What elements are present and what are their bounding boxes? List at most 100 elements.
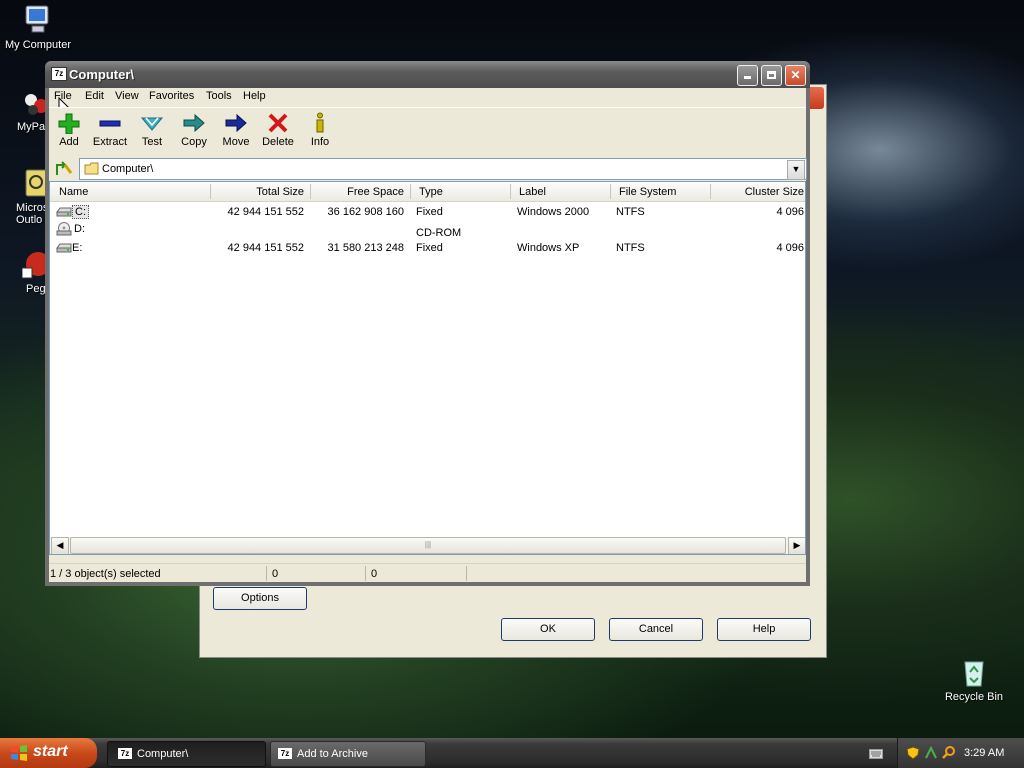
column-separator[interactable]: [310, 184, 311, 199]
desktop-icon-outlook[interactable]: Micros Outlo: [0, 168, 49, 226]
file-list[interactable]: Name Total Size Free Space Type Label Fi…: [49, 181, 806, 555]
table-row[interactable]: D: CD-ROM: [50, 221, 805, 239]
task-label: Computer\: [137, 748, 189, 760]
security-shield-icon[interactable]: [906, 746, 920, 760]
menu-favorites[interactable]: Favorites: [149, 90, 194, 102]
move-button[interactable]: Move: [216, 112, 256, 148]
column-separator[interactable]: [410, 184, 411, 199]
column-label[interactable]: Label: [519, 186, 546, 198]
address-input[interactable]: Computer\: [102, 163, 153, 175]
keyboard-icon[interactable]: [869, 749, 883, 759]
tool-label: Delete: [262, 136, 294, 148]
menu-tools[interactable]: Tools: [206, 90, 232, 102]
column-separator[interactable]: [710, 184, 711, 199]
column-separator[interactable]: [510, 184, 511, 199]
toolbar: Add Extract Test Copy Move Delete Info: [49, 107, 806, 154]
network-icon[interactable]: [924, 746, 938, 760]
desktop-icon-recycle-bin[interactable]: Recycle Bin: [939, 656, 1009, 703]
windows-logo-icon: [11, 745, 27, 761]
menu-edit[interactable]: Edit: [85, 90, 104, 102]
free-space: 31 580 213 248: [327, 242, 404, 254]
horizontal-scrollbar[interactable]: ◀ ||| ▶: [50, 537, 805, 554]
close-button[interactable]: ✕: [785, 65, 806, 86]
column-type[interactable]: Type: [419, 186, 443, 198]
hard-drive-icon: [56, 243, 72, 253]
tool-label: Add: [59, 136, 79, 148]
menu-bar: File Edit View Favorites Tools Help: [49, 88, 806, 115]
scrollbar-thumb[interactable]: |||: [70, 537, 786, 554]
chevron-down-icon: ▼: [791, 164, 801, 174]
task-app-icon: 7z: [278, 748, 292, 759]
volume-label: Windows 2000: [517, 206, 590, 218]
clock[interactable]: 3:29 AM: [964, 747, 1004, 759]
file-system: NTFS: [616, 242, 645, 254]
task-button-computer[interactable]: 7z Computer\: [107, 741, 266, 767]
drive-name: D:: [74, 223, 85, 235]
task-app-icon: 7z: [118, 748, 132, 759]
total-size: 42 944 151 552: [227, 242, 304, 254]
window-titlebar[interactable]: 7z Computer\ ✕: [45, 61, 810, 88]
options-button[interactable]: Options: [213, 587, 307, 610]
my-computer-icon: [22, 4, 54, 36]
status-separator: [466, 566, 467, 581]
start-button[interactable]: start: [0, 738, 97, 768]
drive-type: Fixed: [416, 242, 443, 254]
copy-icon: [182, 112, 206, 134]
app-icon: 7z: [51, 67, 67, 81]
column-name[interactable]: Name: [59, 186, 88, 198]
address-dropdown-button[interactable]: ▼: [787, 160, 805, 180]
total-size: 42 944 151 552: [227, 206, 304, 218]
address-combobox[interactable]: Computer\ ▼: [79, 158, 807, 180]
desktop-icon-label: Recycle Bin: [944, 691, 1004, 703]
desktop-icon-my-computer[interactable]: My Computer: [3, 4, 73, 51]
cdrom-drive-icon: [56, 222, 72, 236]
column-total-size[interactable]: Total Size: [212, 186, 304, 198]
folder-up-button[interactable]: [53, 159, 75, 179]
delete-button[interactable]: Delete: [258, 112, 298, 148]
cluster-size: 4 096: [776, 206, 804, 218]
column-free-space[interactable]: Free Space: [312, 186, 404, 198]
extract-button[interactable]: Extract: [90, 112, 130, 148]
volume-label: Windows XP: [517, 242, 580, 254]
add-button[interactable]: Add: [49, 112, 89, 148]
folder-icon: [84, 162, 99, 175]
column-file-system[interactable]: File System: [619, 186, 676, 198]
table-row[interactable]: E: 42 944 151 552 31 580 213 248 Fixed W…: [50, 238, 805, 255]
add-icon: [57, 112, 81, 135]
tool-label: Extract: [92, 136, 128, 148]
file-system: NTFS: [616, 206, 645, 218]
drive-name: E:: [72, 242, 83, 254]
status-separator: [266, 566, 267, 581]
menu-view[interactable]: View: [115, 90, 139, 102]
menu-help[interactable]: Help: [243, 90, 266, 102]
table-row[interactable]: C: 42 944 151 552 36 162 908 160 Fixed W…: [50, 204, 805, 221]
cancel-button[interactable]: Cancel: [609, 618, 703, 641]
drive-type: Fixed: [416, 206, 443, 218]
ok-button[interactable]: OK: [501, 618, 595, 641]
copy-button[interactable]: Copy: [174, 112, 214, 148]
scroll-left-button[interactable]: ◀: [51, 537, 69, 554]
test-button[interactable]: Test: [132, 112, 172, 148]
system-tray: 3:29 AM: [897, 738, 1024, 768]
column-cluster-size[interactable]: Cluster Size: [712, 186, 804, 198]
scroll-right-button[interactable]: ▶: [788, 537, 805, 554]
help-button[interactable]: Help: [717, 618, 811, 641]
task-button-add-to-archive[interactable]: 7z Add to Archive: [270, 741, 426, 767]
minimize-button[interactable]: [737, 65, 758, 86]
column-separator[interactable]: [610, 184, 611, 199]
chevron-left-icon: ◀: [56, 540, 64, 550]
maximize-button[interactable]: [761, 65, 782, 86]
tool-label: Move: [222, 136, 250, 148]
address-bar: Computer\ ▼: [49, 158, 807, 180]
search-icon[interactable]: [942, 746, 956, 760]
maximize-icon: [767, 71, 776, 79]
start-label: start: [33, 743, 68, 760]
column-separator[interactable]: [210, 184, 211, 199]
info-button[interactable]: Info: [300, 112, 340, 148]
folder-up-icon: [56, 161, 73, 175]
hard-drive-icon: [56, 207, 72, 217]
status-bar: 1 / 3 object(s) selected 0 0: [49, 563, 806, 582]
extract-icon: [98, 112, 122, 134]
status-selection: 1 / 3 object(s) selected: [50, 568, 161, 580]
tool-label: Copy: [181, 136, 207, 148]
